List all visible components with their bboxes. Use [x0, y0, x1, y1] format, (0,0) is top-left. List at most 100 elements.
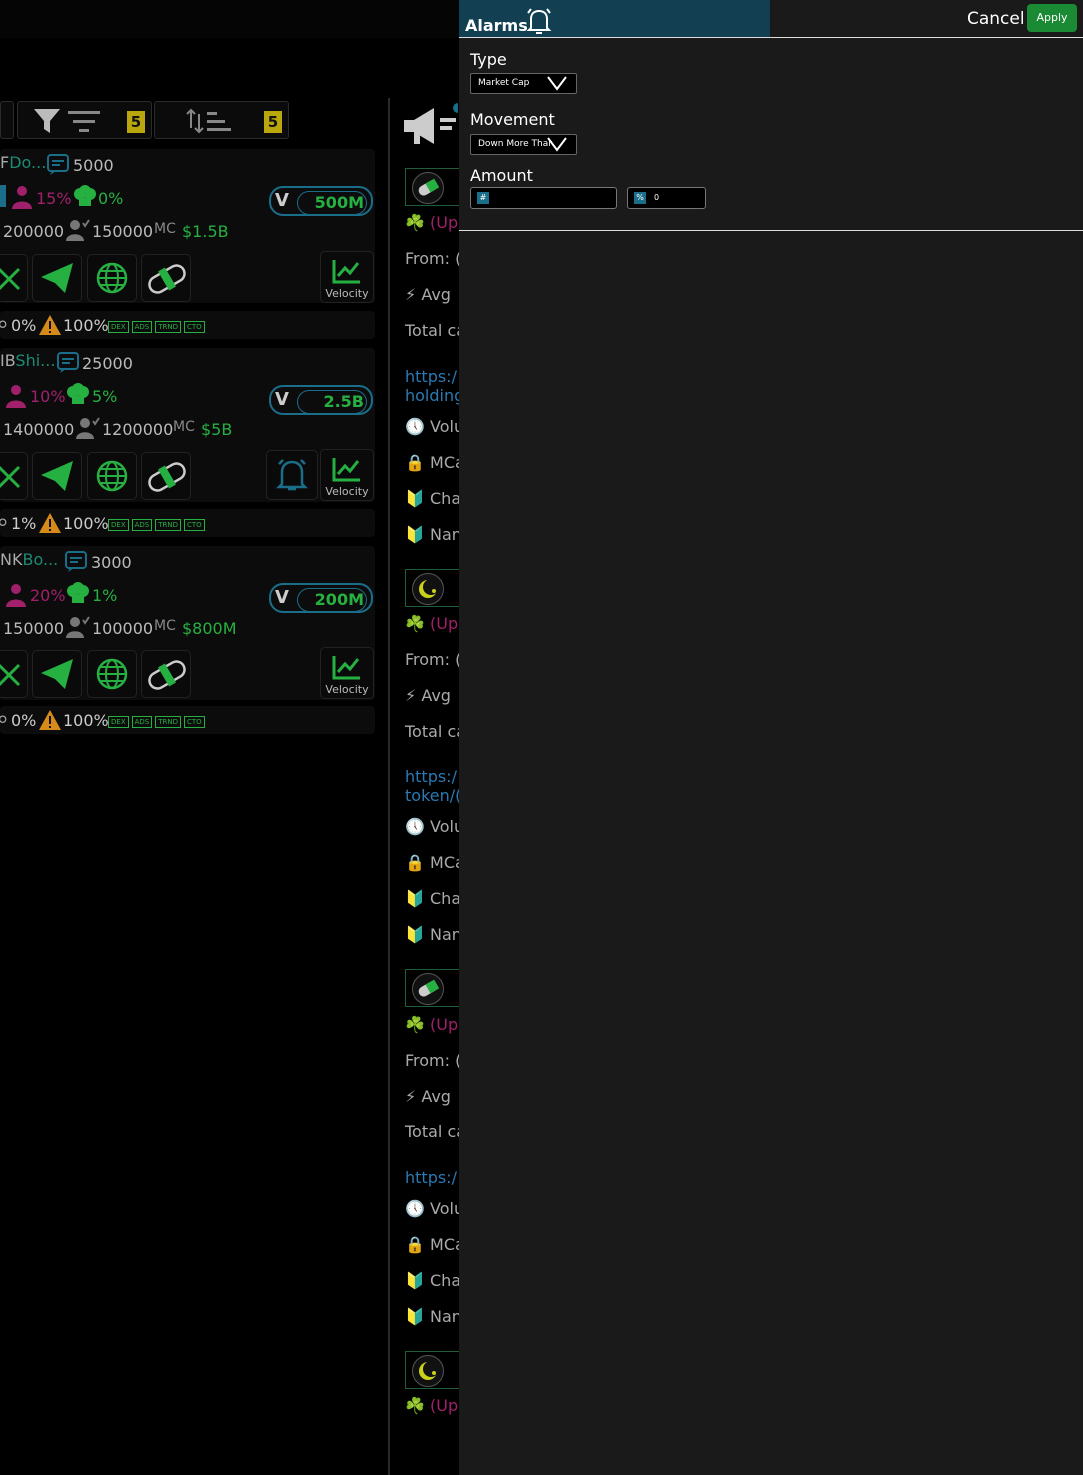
x-link-button[interactable]	[0, 452, 28, 500]
token-card-footer: ⚪ 0% 100% DEX ADS TRND CTO	[0, 311, 375, 339]
crescent-star-icon	[412, 1355, 444, 1387]
sort-count-badge: 5	[264, 111, 282, 133]
feed-line: 🕔 Volu	[405, 817, 465, 836]
pill-button[interactable]	[141, 650, 191, 698]
verified-count: 100000	[92, 619, 154, 638]
token-card[interactable]: FDo... 5000 15% 0% V 500M 200000 150000 M…	[0, 149, 375, 303]
alarm-bell-icon	[526, 8, 552, 34]
token-card[interactable]: NKBo... 3000 20% 1% V 200M 150000 100000 …	[0, 546, 375, 700]
foot-pct-a: 0%	[11, 711, 37, 730]
telegram-button[interactable]	[32, 254, 82, 302]
tag-trnd: TRND	[155, 320, 182, 333]
feed-line: 🔒 MCa	[405, 1235, 465, 1254]
hash-prefix: #	[477, 192, 489, 204]
feed-line: 🔰 Cha	[405, 489, 462, 508]
telegram-icon	[41, 461, 73, 491]
globe-icon	[96, 658, 128, 690]
cancel-button[interactable]: Cancel	[967, 9, 1025, 29]
crescent-star-icon	[412, 573, 444, 605]
alarms-panel-header: Alarms	[459, 0, 770, 37]
tag-ads: ADS	[131, 518, 153, 531]
comment-count: 3000	[91, 553, 132, 572]
type-select[interactable]: Market Cap	[470, 73, 577, 94]
feed-link[interactable]: token/(	[405, 786, 461, 805]
velocity-button[interactable]: Velocity	[320, 251, 374, 303]
volume-box: V 2.5B	[269, 385, 373, 415]
comment-count: 5000	[73, 156, 114, 175]
amount-number-input[interactable]: #	[470, 187, 617, 209]
feed-item-icon-box	[405, 168, 461, 206]
v-icon: V	[275, 587, 289, 608]
verified-user-icon	[76, 417, 100, 439]
feed-link[interactable]: https:/	[405, 767, 457, 786]
feed-line: ☘️ (Up	[405, 1015, 459, 1034]
alarm-button[interactable]	[266, 450, 318, 500]
token-ticker: NKBo...	[0, 550, 59, 569]
tag-list: DEX ADS TRND CTO	[105, 515, 205, 533]
feed-line: 🔰 Nan	[405, 525, 462, 544]
warning-icon	[39, 513, 61, 533]
tag-trnd: TRND	[155, 715, 182, 728]
v-icon: V	[275, 190, 289, 211]
feed-line: 🔰 Cha	[405, 889, 462, 908]
chef-hat-icon	[67, 383, 89, 404]
feed-line: 🔰 Nan	[405, 925, 462, 944]
v-icon: V	[275, 389, 289, 410]
warning-icon	[39, 710, 61, 730]
trend-up-icon	[332, 260, 360, 284]
pill-button[interactable]	[141, 452, 191, 500]
megaphone-icon[interactable]	[400, 100, 458, 150]
pill-icon	[412, 973, 444, 1005]
amount-percent-input[interactable]: % 0	[627, 187, 706, 209]
foot-pct-b: 100%	[63, 514, 109, 533]
velocity-button[interactable]: Velocity	[320, 647, 374, 699]
verified-user-icon	[66, 219, 90, 241]
feed-line: ⚡ Avg	[405, 285, 451, 304]
website-button[interactable]	[87, 452, 137, 500]
pill-icon	[148, 660, 186, 690]
x-link-button[interactable]	[0, 650, 28, 698]
movement-select[interactable]: Down More Than	[470, 134, 577, 155]
feed-line: 🕔 Volu	[405, 1199, 465, 1218]
volume-box: V 500M	[269, 186, 373, 216]
filter-icon	[34, 109, 100, 133]
holders-count: 1400000	[3, 420, 75, 439]
sort-button[interactable]: 5	[154, 101, 289, 139]
feed-link[interactable]: holding	[405, 386, 464, 405]
feed-line: ☘️ (Up	[405, 1396, 459, 1415]
x-link-button[interactable]	[0, 254, 28, 302]
telegram-button[interactable]	[32, 452, 82, 500]
person-icon	[6, 385, 26, 408]
trend-up-icon	[332, 656, 360, 680]
pct-b: 5%	[92, 387, 118, 406]
feed-link[interactable]: https:/	[405, 367, 457, 386]
foot-icon: ⚪	[0, 710, 10, 729]
telegram-button[interactable]	[32, 650, 82, 698]
apply-button[interactable]: Apply	[1027, 4, 1077, 32]
feed-line: 🔰 Nan	[405, 1307, 462, 1326]
chef-hat-icon	[67, 582, 89, 603]
tag-list: DEX ADS TRND CTO	[105, 317, 205, 335]
volume-value: 500M	[297, 191, 367, 215]
holders-count: 150000	[3, 619, 65, 638]
feed-link[interactable]: https:/	[405, 1168, 457, 1187]
globe-icon	[96, 262, 128, 294]
pill-button[interactable]	[141, 254, 191, 302]
market-cap: $5B	[201, 420, 233, 439]
divider	[459, 37, 1083, 38]
website-button[interactable]	[87, 254, 137, 302]
alarms-title: Alarms	[465, 16, 528, 35]
x-icon	[0, 663, 21, 687]
pct-b: 0%	[98, 189, 124, 208]
pill-icon	[148, 264, 186, 294]
filter-button[interactable]: 5	[17, 101, 152, 139]
velocity-button[interactable]: Velocity	[320, 449, 374, 501]
volume-box: V 200M	[269, 583, 373, 613]
foot-icon: ⚪	[0, 315, 10, 334]
token-card[interactable]: IBShi... 25000 10% 5% V 2.5B 1400000 1200…	[0, 348, 375, 502]
volume-value: 2.5B	[297, 390, 367, 414]
tag-dex: DEX	[108, 518, 129, 531]
website-button[interactable]	[87, 650, 137, 698]
market-cap: $1.5B	[182, 222, 229, 241]
pct-a: 15%	[36, 189, 72, 208]
